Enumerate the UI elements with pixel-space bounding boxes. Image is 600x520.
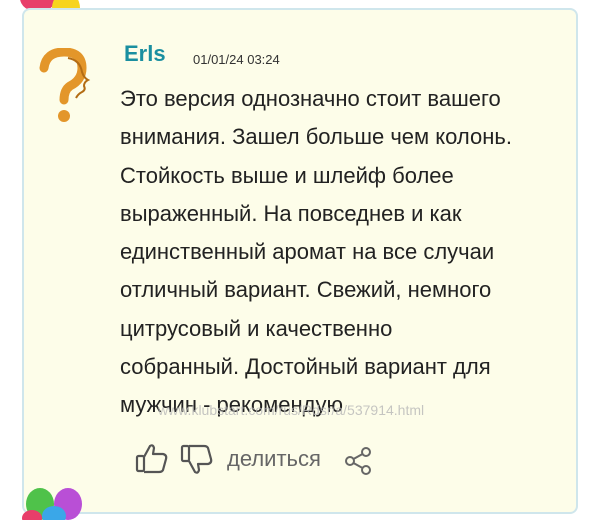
thumbs-up-icon[interactable] — [135, 442, 169, 474]
balloons-bottom-decoration — [22, 488, 82, 520]
share-button-label[interactable]: делиться — [227, 446, 321, 472]
review-date: 01/01/24 03:24 — [193, 52, 280, 67]
review-text: Это версия однозначно стоит вашего внима… — [120, 86, 512, 418]
watermark-url: www.klubstart.com/rus/Rdsr/a/537914.html — [158, 402, 425, 418]
share-icon[interactable] — [343, 446, 373, 476]
thumbs-down-icon[interactable] — [180, 444, 214, 476]
avatar-question-icon — [39, 48, 91, 122]
review-author[interactable]: Erls — [124, 41, 166, 67]
